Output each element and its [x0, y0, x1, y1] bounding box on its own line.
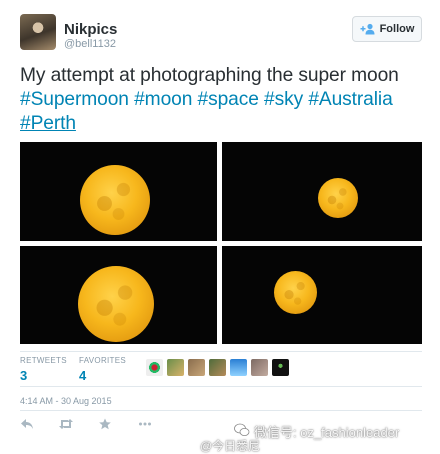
moon-image	[78, 266, 154, 342]
hashtag-space[interactable]: #space	[198, 89, 259, 110]
tweet-card: Nikpics @bell1132 Follow My attempt at p…	[0, 0, 440, 454]
favorite-icon[interactable]	[98, 418, 112, 430]
moon-image	[80, 165, 150, 235]
follow-label: Follow	[379, 23, 415, 35]
moon-image	[318, 178, 358, 218]
divider-bottom	[20, 410, 422, 411]
retweets-count[interactable]: 3	[20, 368, 27, 383]
moon-photo-2[interactable]	[222, 142, 422, 241]
more-icon[interactable]	[138, 418, 152, 430]
favorites-label: FAVORITES	[79, 356, 127, 365]
watermark-wechat-id: 微信号: oz_fashionleader	[254, 425, 400, 440]
moon-photo-3[interactable]	[20, 246, 217, 344]
favorites-count[interactable]: 4	[79, 368, 86, 383]
reply-icon[interactable]	[20, 418, 34, 430]
favoriter-avatar[interactable]	[272, 359, 289, 376]
favoriter-avatar[interactable]	[188, 359, 205, 376]
retweets-label: RETWEETS	[20, 356, 67, 365]
favoriter-avatar[interactable]	[230, 359, 247, 376]
favoriter-avatar[interactable]	[146, 359, 163, 376]
moon-photo-1[interactable]	[20, 142, 217, 241]
hashtag-sky[interactable]: #sky	[264, 89, 303, 110]
wechat-icon	[234, 423, 250, 436]
user-avatar[interactable]	[20, 14, 56, 50]
add-user-icon	[360, 23, 375, 35]
favoriter-avatar[interactable]	[251, 359, 268, 376]
user-name[interactable]: Nikpics	[64, 21, 117, 38]
divider-middle	[20, 386, 422, 387]
follow-button[interactable]: Follow	[352, 16, 422, 42]
retweet-icon[interactable]	[58, 418, 74, 430]
user-handle[interactable]: @bell1132	[64, 38, 116, 50]
moon-image	[274, 271, 317, 314]
favoriter-avatar[interactable]	[209, 359, 226, 376]
favoriter-avatar[interactable]	[167, 359, 184, 376]
hashtag-australia[interactable]: #Australia	[308, 89, 392, 110]
watermark-weibo: @今日悉尼	[200, 439, 261, 453]
tweet-timestamp[interactable]: 4:14 AM - 30 Aug 2015	[20, 396, 112, 406]
hashtag-perth[interactable]: #Perth	[20, 113, 76, 134]
hashtag-supermoon[interactable]: #Supermoon	[20, 89, 129, 110]
divider-top	[20, 351, 422, 352]
hashtag-moon[interactable]: #moon	[134, 89, 192, 110]
moon-photo-4[interactable]	[222, 246, 422, 344]
tweet-body: My attempt at photographing the super mo…	[20, 65, 399, 86]
tweet-text: My attempt at photographing the super mo…	[20, 64, 430, 136]
